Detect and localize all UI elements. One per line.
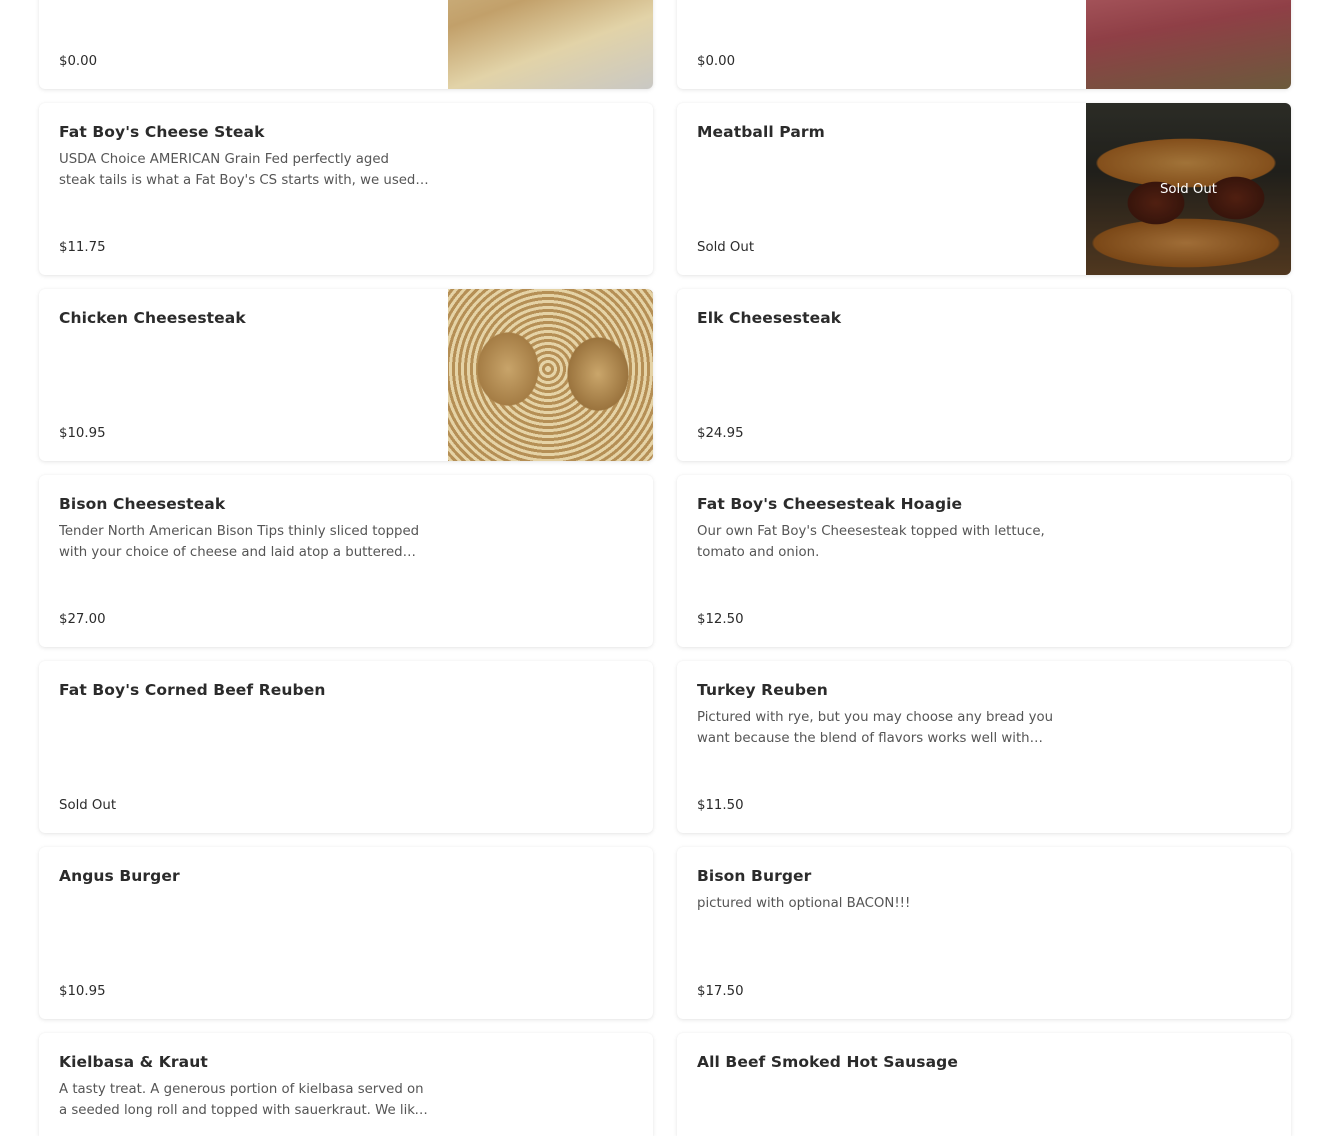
item-photo [1086, 0, 1291, 89]
item-description: A tasty treat. A generous portion of kie… [59, 1082, 424, 1118]
item-description: Our own Fat Boy's Cheesesteak topped wit… [697, 524, 1045, 560]
item-photo [448, 0, 653, 89]
item-price: $10.95 [59, 984, 106, 999]
item-price: $0.00 [59, 54, 98, 69]
item-photo: Sold Out [1086, 103, 1291, 275]
item-name: Bison Burger [697, 867, 812, 885]
item-description: Tender North American Bison Tips thinly … [59, 524, 420, 560]
item-name: Fat Boy's Cheesesteak Hoagie [697, 495, 963, 513]
item-price: $12.50 [697, 612, 744, 627]
item-name: Kielbasa & Kraut [59, 1053, 208, 1071]
item-name: Bison Cheesesteak [59, 495, 226, 513]
sold-out-overlay: Sold Out [1086, 103, 1291, 275]
menu-item-card[interactable]: Bison Burger pictured with optional BACO… [677, 847, 1291, 1019]
item-price: $10.95 [59, 426, 106, 441]
menu-item-card[interactable]: Fat Boy's Cheesesteak Hoagie Our own Fat… [677, 475, 1291, 647]
item-price: $27.00 [59, 612, 106, 627]
item-price: Sold Out [59, 798, 117, 813]
menu-item-card[interactable]: Fat Boy's Corned Beef Reuben Sold Out [39, 661, 653, 833]
menu-item-card[interactable]: $0.00 [39, 0, 653, 89]
item-description: Pictured with rye, but you may choose an… [697, 710, 1054, 746]
menu-item-card[interactable]: Bison Cheesesteak Tender North American … [39, 475, 653, 647]
item-name: Angus Burger [59, 867, 180, 885]
menu-item-card[interactable]: Chicken Cheesesteak $10.95 [39, 289, 653, 461]
item-price: $17.50 [697, 984, 744, 999]
item-name: Meatball Parm [697, 123, 825, 141]
item-name: Fat Boy's Corned Beef Reuben [59, 681, 326, 699]
menu-item-card[interactable]: Meatball Parm Sold Out Sold Out [677, 103, 1291, 275]
item-name: Fat Boy's Cheese Steak [59, 123, 265, 141]
item-price: $11.75 [59, 240, 106, 255]
item-price: $0.00 [697, 54, 736, 69]
menu-item-card[interactable]: Fat Boy's Cheese Steak USDA Choice AMERI… [39, 103, 653, 275]
item-description: USDA Choice AMERICAN Grain Fed perfectly… [59, 152, 416, 188]
item-description: pictured with optional BACON!!! [697, 896, 911, 911]
menu-item-card[interactable]: $0.00 [677, 0, 1291, 89]
item-photo [448, 289, 653, 461]
menu-item-card[interactable]: Kielbasa & Kraut A tasty treat. A genero… [39, 1033, 653, 1136]
item-name: Chicken Cheesesteak [59, 309, 246, 327]
item-name: Turkey Reuben [697, 681, 828, 699]
item-price: $11.50 [697, 798, 744, 813]
menu-item-card[interactable]: Angus Burger $10.95 [39, 847, 653, 1019]
item-price: $24.95 [697, 426, 744, 441]
item-name: Elk Cheesesteak [697, 309, 842, 327]
menu-grid: $0.00 $0.00 Fat Boy's Cheese Steak USDA … [0, 0, 1330, 1136]
item-name: All Beef Smoked Hot Sausage [697, 1053, 958, 1071]
item-price: Sold Out [697, 240, 755, 255]
menu-item-card[interactable]: Elk Cheesesteak $24.95 [677, 289, 1291, 461]
menu-item-card[interactable]: Turkey Reuben Pictured with rye, but you… [677, 661, 1291, 833]
menu-item-card[interactable]: All Beef Smoked Hot Sausage [677, 1033, 1291, 1136]
